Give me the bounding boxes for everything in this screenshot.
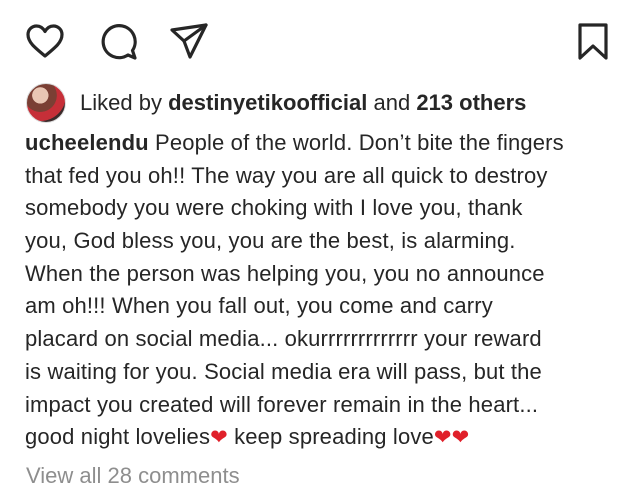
share-button[interactable]: [166, 18, 212, 64]
save-button[interactable]: [570, 18, 616, 64]
likes-connector: and: [373, 90, 411, 115]
liker-avatar[interactable]: [26, 83, 66, 123]
caption-text: good night lovelies: [25, 424, 211, 450]
caption-text: People of the world. Don’t bite the fing…: [148, 130, 564, 155]
comment-icon: [101, 24, 137, 60]
heart-icon: [26, 24, 64, 58]
caption-line: impact you created will forever remain i…: [25, 391, 539, 417]
caption-line: ucheelendu People of the world. Don’t bi…: [25, 127, 625, 160]
like-button[interactable]: [22, 18, 68, 64]
likes-summary: Liked by destinyetikoofficial and 213 ot…: [26, 83, 526, 123]
red-heart-emoji: ❤: [451, 426, 470, 450]
view-all-comments-link[interactable]: View all 28 comments: [26, 463, 240, 489]
caption-line: placard on social media... okurrrrrrrrrr…: [25, 326, 542, 352]
caption-username[interactable]: ucheelendu: [25, 130, 149, 155]
caption-line: is waiting for you. Social media era wil…: [25, 358, 542, 384]
post-action-bar: [0, 0, 639, 80]
red-heart-emoji: ❤: [433, 426, 452, 450]
caption-line: good night lovelies❤ keep spreading love…: [25, 421, 625, 454]
caption-line: you, God bless you, you are the best, is…: [25, 228, 516, 254]
caption-line: somebody you were choking with I love yo…: [25, 195, 523, 221]
caption-line: When the person was helping you, you no …: [25, 260, 545, 286]
bookmark-icon: [578, 23, 608, 60]
post-caption: ucheelendu People of the world. Don’t bi…: [25, 127, 625, 454]
caption-line: am oh!!! When you fall out, you come and…: [25, 293, 493, 319]
likes-others-link[interactable]: 213 others: [416, 90, 526, 115]
caption-text: keep spreading love: [227, 424, 434, 450]
likes-prefix: Liked by: [80, 90, 162, 115]
caption-line: that fed you oh!! The way you are all qu…: [25, 162, 548, 188]
liker-username[interactable]: destinyetikoofficial: [168, 90, 367, 115]
comment-button[interactable]: [96, 18, 142, 64]
likes-text: Liked by destinyetikoofficial and 213 ot…: [80, 89, 526, 117]
paper-plane-icon: [170, 23, 208, 59]
red-heart-emoji: ❤: [210, 426, 228, 450]
